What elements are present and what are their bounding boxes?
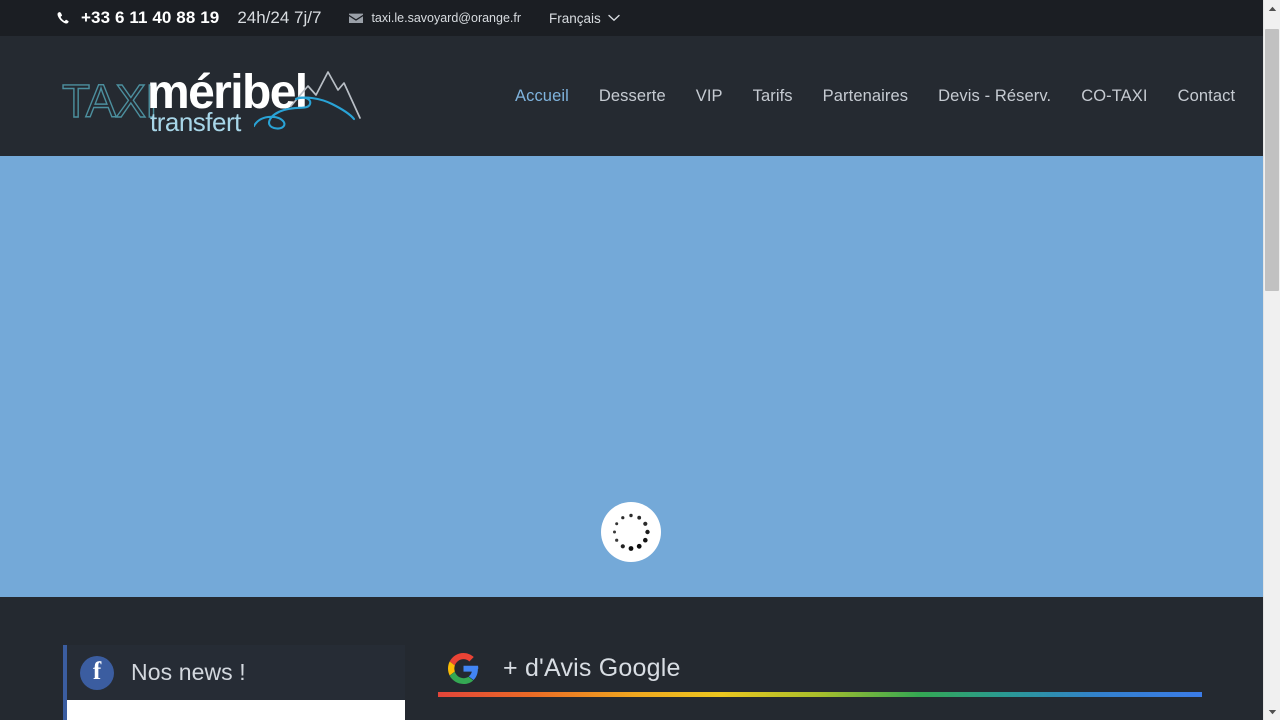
caret-down-icon[interactable] bbox=[1264, 703, 1280, 720]
nav-item-vip[interactable]: VIP bbox=[681, 87, 738, 106]
site-header: TAXI méribel transfert Accueil Desserte … bbox=[0, 36, 1263, 156]
nav-item-devis-reserv[interactable]: Devis - Réserv. bbox=[923, 87, 1066, 106]
phone-icon bbox=[56, 11, 71, 26]
nav-item-co-taxi[interactable]: CO-TAXI bbox=[1066, 87, 1162, 106]
site-logo[interactable]: TAXI méribel transfert bbox=[61, 56, 382, 137]
google-reviews-block: + d'Avis Google bbox=[438, 645, 1202, 697]
nav-item-desserte[interactable]: Desserte bbox=[584, 87, 681, 106]
opening-hours: 24h/24 7j/7 bbox=[237, 8, 322, 27]
nav-item-contact[interactable]: Contact bbox=[1163, 87, 1251, 106]
logo-text-taxi: TAXI bbox=[61, 75, 158, 127]
chevron-down-icon bbox=[608, 14, 620, 22]
facebook-widget-title: Nos news ! bbox=[131, 659, 246, 685]
facebook-widget-header: f Nos news ! bbox=[67, 645, 405, 700]
language-label: Français bbox=[549, 10, 601, 26]
google-g-icon bbox=[448, 653, 479, 684]
vertical-scrollbar[interactable] bbox=[1263, 0, 1280, 720]
top-contact-bar: +33 6 11 40 88 19 24h/24 7j/7 taxi.le.sa… bbox=[0, 0, 1263, 36]
facebook-feed-body bbox=[67, 700, 405, 720]
nav-item-tarifs[interactable]: Tarifs bbox=[738, 87, 808, 106]
footer-section: f Nos news ! + d'Avis Google bbox=[0, 597, 1263, 720]
google-gradient-bar bbox=[438, 692, 1202, 697]
nav-item-partenaires[interactable]: Partenaires bbox=[808, 87, 923, 106]
email-address[interactable]: taxi.le.savoyard@orange.fr bbox=[371, 11, 521, 25]
caret-up-icon[interactable] bbox=[1264, 0, 1280, 17]
page-content: +33 6 11 40 88 19 24h/24 7j/7 taxi.le.sa… bbox=[0, 0, 1263, 720]
scrollbar-thumb[interactable] bbox=[1265, 29, 1279, 291]
phone-number[interactable]: +33 6 11 40 88 19 bbox=[81, 8, 219, 28]
hero-banner bbox=[0, 156, 1263, 597]
spinner-icon bbox=[601, 502, 661, 562]
facebook-news-widget[interactable]: f Nos news ! bbox=[63, 645, 405, 720]
mountain-road-icon bbox=[252, 58, 382, 134]
language-selector[interactable]: Français bbox=[549, 11, 620, 26]
main-navigation: Accueil Desserte VIP Tarifs Partenaires … bbox=[500, 36, 1250, 156]
google-reviews-link[interactable]: + d'Avis Google bbox=[438, 645, 1202, 692]
facebook-icon: f bbox=[80, 655, 114, 690]
nav-item-accueil[interactable]: Accueil bbox=[500, 87, 584, 106]
google-reviews-label: + d'Avis Google bbox=[503, 654, 681, 682]
envelope-icon bbox=[349, 13, 364, 24]
browser-viewport: +33 6 11 40 88 19 24h/24 7j/7 taxi.le.sa… bbox=[0, 0, 1280, 720]
logo-text-transfert: transfert bbox=[150, 107, 241, 137]
